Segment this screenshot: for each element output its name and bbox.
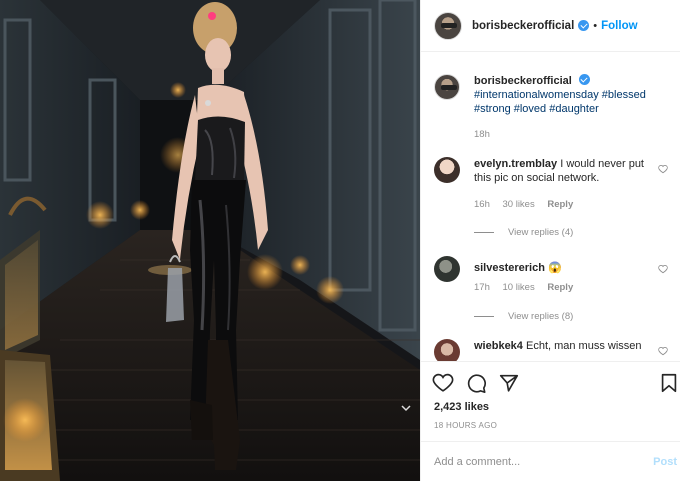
- comment-username[interactable]: wiebkek4: [474, 340, 523, 352]
- post-header: borisbeckerofficial • Follow: [421, 0, 680, 52]
- heart-icon[interactable]: [432, 372, 454, 394]
- caption-avatar[interactable]: [434, 74, 460, 100]
- caption-meta: 18h: [474, 129, 500, 140]
- replies-divider: [474, 232, 494, 233]
- bookmark-icon[interactable]: [658, 372, 680, 394]
- comment-username[interactable]: silvestererich: [474, 262, 545, 274]
- view-replies-label[interactable]: View replies (8): [508, 311, 573, 322]
- post-comment-button[interactable]: Post: [653, 456, 677, 468]
- instagram-post-view: borisbeckerofficial • Follow borisbecker…: [0, 0, 680, 481]
- comment-likes[interactable]: 30 likes: [503, 199, 535, 210]
- likes-count[interactable]: 2,423 likes: [434, 401, 489, 413]
- comment-body: silvestererich 😱: [474, 261, 654, 275]
- comment-meta: 16h 30 likes Reply: [474, 199, 583, 210]
- post-actions: 2,423 likes 18 HOURS AGO: [421, 361, 680, 441]
- add-comment-bar: Post: [421, 441, 680, 481]
- photo-illustration: [0, 0, 420, 481]
- post-photo[interactable]: [0, 0, 420, 481]
- caption-hashtags[interactable]: #internationalwomensday #blessed #strong…: [474, 89, 646, 115]
- comment-heart-icon[interactable]: [658, 264, 668, 274]
- comment-likes[interactable]: 10 likes: [503, 282, 535, 293]
- comment-input[interactable]: [434, 455, 634, 468]
- comment-heart-icon[interactable]: [658, 346, 668, 356]
- verified-badge-icon: [578, 74, 590, 85]
- comment-time: 16h: [474, 199, 490, 210]
- caption-body: borisbeckerofficial #internationalwomens…: [474, 74, 654, 116]
- comment-time: 17h: [474, 282, 490, 293]
- reply-button[interactable]: Reply: [547, 282, 573, 293]
- view-replies-button[interactable]: View replies (4): [474, 227, 573, 238]
- header-separator: •: [593, 19, 598, 32]
- commenter-avatar[interactable]: [434, 157, 460, 183]
- comments-list[interactable]: borisbeckerofficial #internationalwomens…: [421, 53, 680, 361]
- replies-divider: [474, 316, 494, 317]
- comment-text: 😱: [548, 262, 562, 274]
- post-timestamp: 18 HOURS AGO: [434, 421, 498, 430]
- commenter-avatar[interactable]: [434, 339, 460, 361]
- avatar[interactable]: [434, 11, 462, 40]
- verified-badge-icon: [578, 20, 590, 31]
- comment-meta: 17h 10 likes Reply: [474, 282, 583, 293]
- caption-username[interactable]: borisbeckerofficial: [474, 75, 572, 87]
- comment-heart-icon[interactable]: [658, 164, 668, 174]
- follow-button[interactable]: Follow: [601, 20, 637, 32]
- comment-username[interactable]: evelyn.tremblay: [474, 158, 557, 170]
- caption-time: 18h: [474, 129, 490, 140]
- view-replies-button[interactable]: View replies (8): [474, 311, 573, 322]
- comment-icon[interactable]: [465, 372, 487, 394]
- view-replies-label[interactable]: View replies (4): [508, 227, 573, 238]
- comment-text: Echt, man muss wissen: [525, 340, 642, 352]
- reply-button[interactable]: Reply: [547, 199, 573, 210]
- comment-body: wiebkek4 Echt, man muss wissen: [474, 339, 654, 353]
- share-icon[interactable]: [498, 372, 520, 394]
- header-username[interactable]: borisbeckerofficial: [472, 20, 574, 32]
- comment-body: evelyn.tremblay I would never put this p…: [474, 157, 654, 185]
- commenter-avatar[interactable]: [434, 256, 460, 282]
- post-details-panel: borisbeckerofficial • Follow borisbecker…: [420, 0, 680, 481]
